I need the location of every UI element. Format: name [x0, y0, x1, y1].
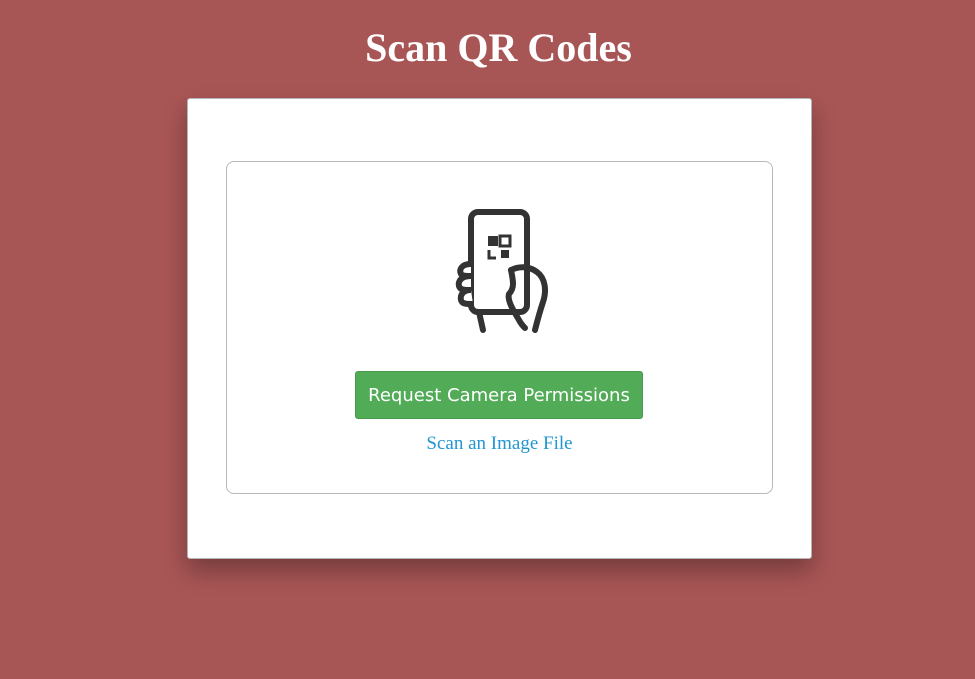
request-camera-permissions-button[interactable]: Request Camera Permissions	[355, 371, 643, 419]
scan-image-file-link[interactable]: Scan an Image File	[227, 432, 772, 456]
scanner-card: Request Camera Permissions Scan an Image…	[187, 98, 812, 559]
page: Scan QR Codes Request Camera Permissions…	[0, 0, 975, 679]
phone-qr-scan-icon	[455, 209, 548, 333]
page-title: Scan QR Codes	[365, 25, 632, 70]
scan-region: Request Camera Permissions Scan an Image…	[226, 161, 773, 494]
